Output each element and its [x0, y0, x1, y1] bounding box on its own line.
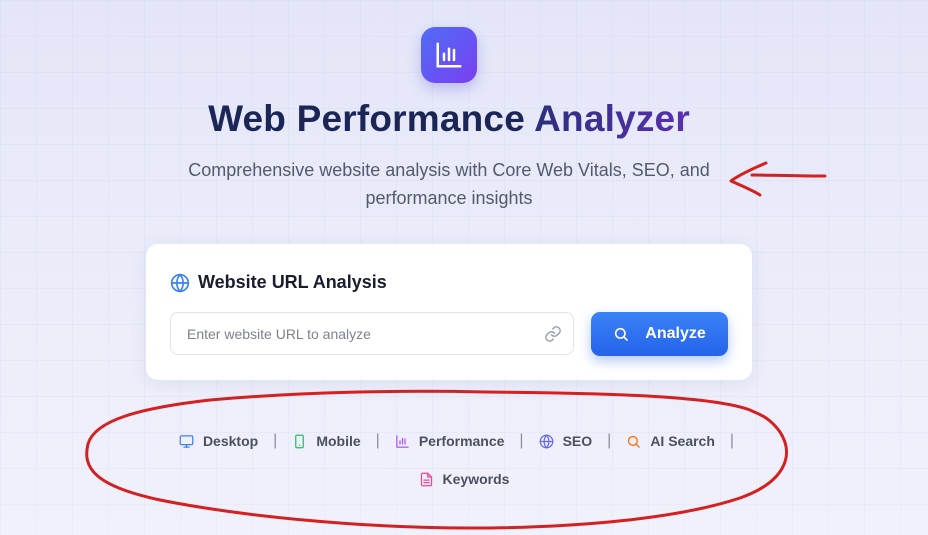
page-title-accent: Analyzer [534, 98, 690, 139]
page-subtitle: Comprehensive website analysis with Core… [188, 160, 710, 208]
feature-label: Mobile [316, 433, 361, 449]
feature-row: Desktop | Mobile | Performance | SEO | A… [0, 428, 928, 454]
analyze-button[interactable]: Analyze [591, 312, 728, 356]
feature-label: Performance [418, 433, 505, 449]
analyze-button-label: Analyze [645, 325, 706, 342]
globe-icon [539, 433, 553, 449]
url-input[interactable] [171, 313, 527, 354]
url-input-wrapper[interactable] [170, 312, 574, 355]
feature-keywords: Keywords [419, 471, 510, 487]
bar-chart-icon [396, 434, 409, 448]
search-icon [615, 327, 629, 341]
separator: | [273, 432, 278, 449]
feature-label: Desktop [202, 433, 259, 449]
feature-ai-search: AI Search [626, 433, 715, 449]
page-title: Web Performance Analyzer [0, 98, 898, 140]
link-icon [545, 326, 561, 342]
feature-desktop: Desktop [179, 433, 258, 449]
card-heading: Website URL Analysis [198, 272, 387, 292]
monitor-icon [179, 434, 194, 448]
separator: | [375, 432, 380, 449]
feature-label: SEO [562, 433, 593, 449]
smartphone-icon [295, 434, 305, 448]
page-title-main: Web Performance [208, 98, 525, 139]
feature-row: Keywords [0, 466, 928, 492]
separator: | [729, 432, 735, 449]
separator: | [607, 432, 612, 449]
feature-list: Desktop | Mobile | Performance | SEO | A… [0, 428, 928, 492]
globe-icon [170, 272, 190, 293]
separator: | [519, 432, 524, 449]
feature-mobile: Mobile [292, 433, 361, 449]
url-analysis-card: Website URL Analysis Analyze [146, 244, 752, 380]
bar-chart-icon [436, 42, 462, 68]
feature-label: Keywords [442, 471, 510, 487]
search-icon [628, 435, 641, 448]
card-header: Website URL Analysis [170, 272, 387, 293]
feature-performance: Performance [395, 433, 505, 449]
file-text-icon [420, 472, 432, 486]
feature-seo: SEO [539, 433, 593, 449]
feature-label: AI Search [650, 433, 715, 449]
app-logo [421, 27, 477, 83]
